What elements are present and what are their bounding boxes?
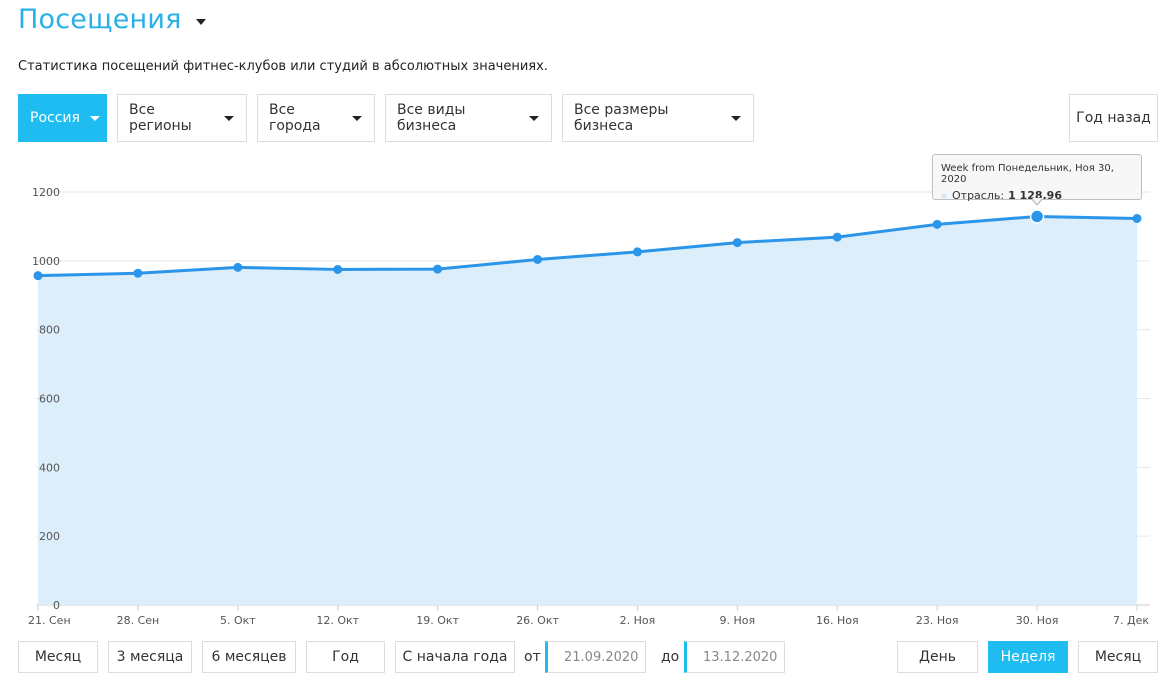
range-from-label: от <box>524 649 541 665</box>
data-point <box>832 232 842 242</box>
period-3-months-button[interactable]: 3 месяца <box>108 641 192 673</box>
y-tick-label: 1000 <box>32 255 60 268</box>
tooltip-arrow-inner <box>1032 198 1042 204</box>
country-filter[interactable]: Россия <box>18 94 107 142</box>
x-tick-label: 2. Ноя <box>620 614 656 627</box>
compare-year-ago-button[interactable]: Год назад <box>1069 94 1158 142</box>
visits-chart: 0 200 400 600 800 1000 1200 21. Сен 28. Сен 5. Ок… <box>28 186 1150 627</box>
x-tick-label: 12. Окт <box>316 614 359 627</box>
x-tick-label: 9. Ноя <box>720 614 756 627</box>
chart-tooltip: Week from Понедельник, Ноя 30, 2020 Отра… <box>932 154 1142 202</box>
series-area <box>38 216 1137 606</box>
series-marker-icon <box>941 192 947 199</box>
y-tick-label: 600 <box>39 393 60 406</box>
chevron-down-icon <box>224 115 234 121</box>
range-to-label: до <box>661 649 680 665</box>
y-tick-label: 800 <box>39 324 60 337</box>
tooltip-title: Week from Понедельник, Ноя 30, 2020 <box>941 163 1114 185</box>
business-size-filter[interactable]: Все размеры бизнеса <box>562 94 754 142</box>
chevron-down-icon[interactable] <box>195 18 206 25</box>
date-from-input[interactable]: 21.09.2020 <box>545 641 646 673</box>
y-tick-label: 400 <box>39 461 60 474</box>
y-tick-label: 0 <box>53 599 60 612</box>
data-point <box>33 271 43 281</box>
region-filter-label: Все регионы <box>129 102 192 134</box>
x-tick-label: 7. Дек <box>1113 614 1149 627</box>
x-tick-label: 23. Ноя <box>916 614 959 627</box>
data-point <box>433 264 443 274</box>
page-title: Посещения <box>18 4 182 35</box>
y-tick-label: 200 <box>39 530 60 543</box>
period-month-button[interactable]: Месяц <box>18 641 98 673</box>
x-tick-label: 19. Окт <box>416 614 459 627</box>
page-subtitle: Статистика посещений фитнес-клубов или с… <box>18 59 548 74</box>
country-filter-label: Россия <box>30 110 80 126</box>
granularity-month-button[interactable]: Месяц <box>1078 641 1158 673</box>
city-filter-label: Все города <box>269 102 321 134</box>
chevron-down-icon <box>89 115 100 121</box>
y-tick-label: 1200 <box>32 186 60 199</box>
region-filter[interactable]: Все регионы <box>117 94 247 142</box>
business-type-filter[interactable]: Все виды бизнеса <box>385 94 552 142</box>
x-tick-label: 21. Сен <box>28 614 71 627</box>
title-row[interactable]: Посещения <box>18 4 206 35</box>
data-point <box>133 268 143 278</box>
highlighted-data-point <box>1029 209 1045 224</box>
x-tick-label: 26. Окт <box>516 614 559 627</box>
chevron-down-icon <box>352 115 362 121</box>
period-year-button[interactable]: Год <box>306 641 385 673</box>
business-size-filter-label: Все размеры бизнеса <box>574 102 669 134</box>
chevron-down-icon <box>731 115 741 121</box>
granularity-week-button[interactable]: Неделя <box>988 641 1068 673</box>
data-point <box>233 262 243 272</box>
data-point <box>533 254 543 264</box>
period-6-months-button[interactable]: 6 месяцев <box>202 641 296 673</box>
city-filter[interactable]: Все города <box>257 94 375 142</box>
period-ytd-button[interactable]: С начала года <box>395 641 515 673</box>
granularity-day-button[interactable]: День <box>897 641 978 673</box>
data-point <box>932 219 942 229</box>
data-point <box>333 264 343 274</box>
chevron-down-icon <box>529 115 539 121</box>
x-tick-label: 16. Ноя <box>816 614 859 627</box>
chart-area-layer <box>37 214 1138 606</box>
data-point <box>1132 214 1142 224</box>
date-to-input[interactable]: 13.12.2020 <box>684 641 785 673</box>
business-type-filter-label: Все виды бизнеса <box>397 102 466 134</box>
data-point <box>732 238 742 248</box>
x-tick-label: 30. Ноя <box>1016 614 1059 627</box>
x-tick-label: 5. Окт <box>220 614 256 627</box>
tooltip-series-name: Отрасль: <box>952 189 1005 202</box>
x-tick-label: 28. Сен <box>117 614 160 627</box>
data-point <box>632 247 642 257</box>
